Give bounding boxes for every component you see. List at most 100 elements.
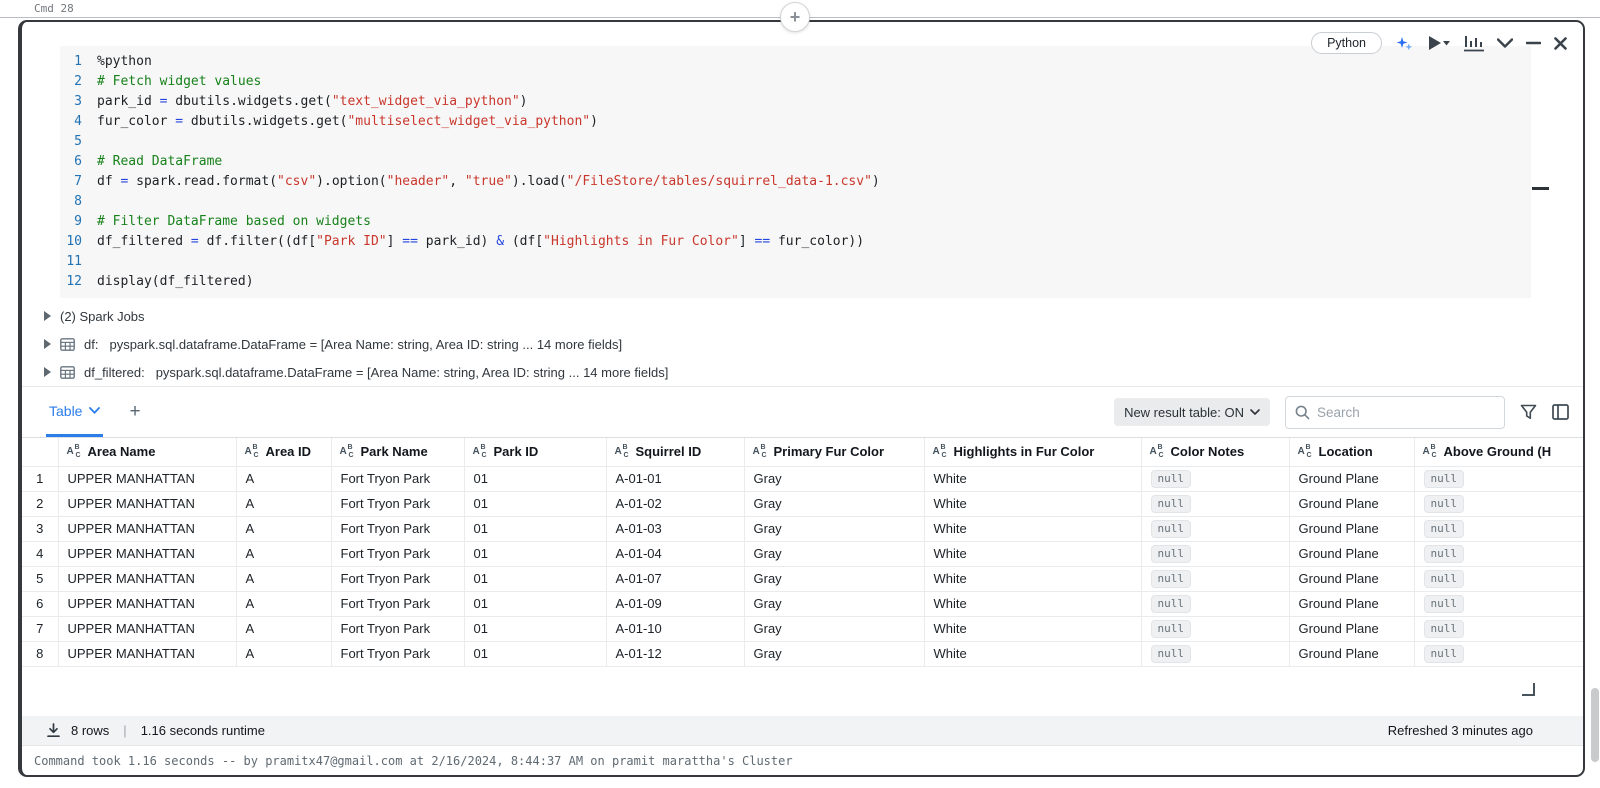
code-line: 3 park_id = dbutils.widgets.get("text_wid… xyxy=(64,92,1531,112)
column-header[interactable]: A B C Area ID xyxy=(236,438,332,467)
column-header[interactable]: A B C Squirrel ID xyxy=(606,438,745,467)
row-number: 5 xyxy=(22,566,59,592)
chevron-down-icon xyxy=(1497,38,1513,48)
string-type-icon: ABC xyxy=(339,444,354,460)
notebook-page: Cmd 28 + Python 1 %python 2 # Fetch widg… xyxy=(0,0,1600,788)
minimize-button[interactable] xyxy=(1526,41,1541,45)
table-cell: White xyxy=(924,591,1142,617)
table-cell: A xyxy=(236,566,332,592)
null-badge: null xyxy=(1423,644,1464,663)
assistant-button[interactable] xyxy=(1395,34,1414,53)
table-cell: A xyxy=(236,466,332,492)
table-cell: Ground Plane xyxy=(1289,641,1415,667)
table-row[interactable]: 2 UPPER MANHATTAN A Fort Tryon Park 01 A-01-0… xyxy=(22,491,1583,517)
columns-panel-button[interactable] xyxy=(1552,404,1569,420)
notebook-cell: Python 1 %python 2 # Fetch widget values… xyxy=(18,20,1585,777)
column-header[interactable]: A B C Above Ground (H xyxy=(1414,438,1583,467)
result-footer: 8 rows | 1.16 seconds runtime Refreshed … xyxy=(22,716,1583,745)
column-header[interactable]: A B C Location xyxy=(1289,438,1415,467)
close-button[interactable] xyxy=(1554,36,1567,50)
table-row[interactable]: 3 UPPER MANHATTAN A Fort Tryon Park 01 A-01-0… xyxy=(22,516,1583,542)
table-cell: 01 xyxy=(464,491,607,517)
search-input[interactable] xyxy=(1317,404,1495,420)
result-table-container: A B C Area Name A B C Area ID A B C Park Name A B C Par… xyxy=(22,437,1583,667)
table-cell: UPPER MANHATTAN xyxy=(58,616,237,642)
download-button[interactable] xyxy=(46,723,61,738)
code-line: 10 df_filtered = df.filter((df["Park ID"]… xyxy=(64,232,1531,252)
add-visualization-button[interactable]: + xyxy=(129,401,140,423)
table-cell: Fort Tryon Park xyxy=(331,466,465,492)
code-line: 4 fur_color = dbutils.widgets.get("multis… xyxy=(64,112,1531,132)
line-number: 11 xyxy=(66,254,82,269)
run-button[interactable] xyxy=(1427,35,1451,51)
column-header[interactable]: A B C Highlights in Fur Color xyxy=(924,438,1142,467)
tab-table[interactable]: Table xyxy=(46,387,104,437)
page-scrollbar[interactable] xyxy=(1591,688,1599,762)
table-row[interactable]: 7 UPPER MANHATTAN A Fort Tryon Park 01 A-01-1… xyxy=(22,616,1583,642)
table-cell: White xyxy=(924,466,1142,492)
footer-separator: | xyxy=(123,723,127,738)
line-number: 8 xyxy=(74,194,82,209)
expand-caret-icon[interactable] xyxy=(44,311,51,321)
column-header-label: Primary Fur Color xyxy=(773,444,885,460)
table-cell: 01 xyxy=(464,591,607,617)
column-header[interactable]: A B C Area Name xyxy=(58,438,237,467)
spark-jobs-label: (2) Spark Jobs xyxy=(60,308,145,324)
null-badge: null xyxy=(1423,544,1464,563)
row-number: 1 xyxy=(22,466,59,492)
table-row[interactable]: 6 UPPER MANHATTAN A Fort Tryon Park 01 A-01-0… xyxy=(22,591,1583,617)
table-row[interactable]: 1 UPPER MANHATTAN A Fort Tryon Park 01 A-01-0… xyxy=(22,466,1583,492)
table-cell: UPPER MANHATTAN xyxy=(58,491,237,517)
new-result-table-dropdown[interactable]: New result table: ON xyxy=(1114,398,1270,426)
editor-resize-handle[interactable] xyxy=(1532,187,1549,190)
table-cell: null xyxy=(1141,491,1290,517)
filter-button[interactable] xyxy=(1520,404,1537,420)
table-cell: 01 xyxy=(464,616,607,642)
table-row[interactable]: 5 UPPER MANHATTAN A Fort Tryon Park 01 A-01-0… xyxy=(22,566,1583,592)
table-resize-corner[interactable] xyxy=(1522,682,1535,696)
null-badge: null xyxy=(1150,644,1191,663)
table-cell: null xyxy=(1141,466,1290,492)
minus-icon xyxy=(1526,41,1541,45)
spark-jobs-row[interactable]: (2) Spark Jobs xyxy=(22,302,1583,330)
dataframe-row[interactable]: df: pyspark.sql.dataframe.DataFrame = [A… xyxy=(22,330,1583,358)
command-status: Command took 1.16 seconds -- by pramitx4… xyxy=(22,745,1583,775)
column-header[interactable]: A B C Park ID xyxy=(464,438,607,467)
code-editor[interactable]: 1 %python 2 # Fetch widget values 3 park_id =… xyxy=(60,46,1531,298)
table-cell: Gray xyxy=(744,491,925,517)
column-header[interactable]: A B C Park Name xyxy=(331,438,465,467)
table-cell: Gray xyxy=(744,641,925,667)
add-cell-button[interactable]: + xyxy=(780,2,810,32)
code-line: 9 # Filter DataFrame based on widgets xyxy=(64,212,1531,232)
chart-button[interactable] xyxy=(1464,35,1484,52)
column-header[interactable]: A B C Color Notes xyxy=(1141,438,1290,467)
null-badge: null xyxy=(1150,494,1191,513)
null-badge: null xyxy=(1150,594,1191,613)
expand-caret-icon[interactable] xyxy=(44,367,51,377)
table-row[interactable]: 4 UPPER MANHATTAN A Fort Tryon Park 01 A-01-0… xyxy=(22,541,1583,567)
table-cell: Ground Plane xyxy=(1289,541,1415,567)
table-cell: A xyxy=(236,516,332,542)
dataframe-table-icon xyxy=(60,337,75,351)
column-header[interactable]: A B C Primary Fur Color xyxy=(744,438,925,467)
table-cell: White xyxy=(924,516,1142,542)
table-cell: 01 xyxy=(464,541,607,567)
table-cell: Ground Plane xyxy=(1289,516,1415,542)
chevron-down-icon xyxy=(1250,409,1260,415)
column-header-label: Highlights in Fur Color xyxy=(953,444,1095,460)
expand-caret-icon[interactable] xyxy=(44,339,51,349)
table-cell: UPPER MANHATTAN xyxy=(58,541,237,567)
language-pill[interactable]: Python xyxy=(1311,32,1382,54)
table-cell: A xyxy=(236,491,332,517)
table-row[interactable]: 8 UPPER MANHATTAN A Fort Tryon Park 01 A-01-1… xyxy=(22,641,1583,667)
dataframe-row[interactable]: df_filtered: pyspark.sql.dataframe.DataF… xyxy=(22,358,1583,386)
null-badge: null xyxy=(1150,469,1191,488)
chevron-down-icon xyxy=(89,407,101,414)
column-header-label: Location xyxy=(1318,444,1373,460)
string-type-icon: ABC xyxy=(1149,444,1164,460)
collapse-button[interactable] xyxy=(1497,38,1513,48)
table-cell: UPPER MANHATTAN xyxy=(58,466,237,492)
table-cell: White xyxy=(924,616,1142,642)
table-cell: Fort Tryon Park xyxy=(331,616,465,642)
string-type-icon: ABC xyxy=(1297,444,1312,460)
